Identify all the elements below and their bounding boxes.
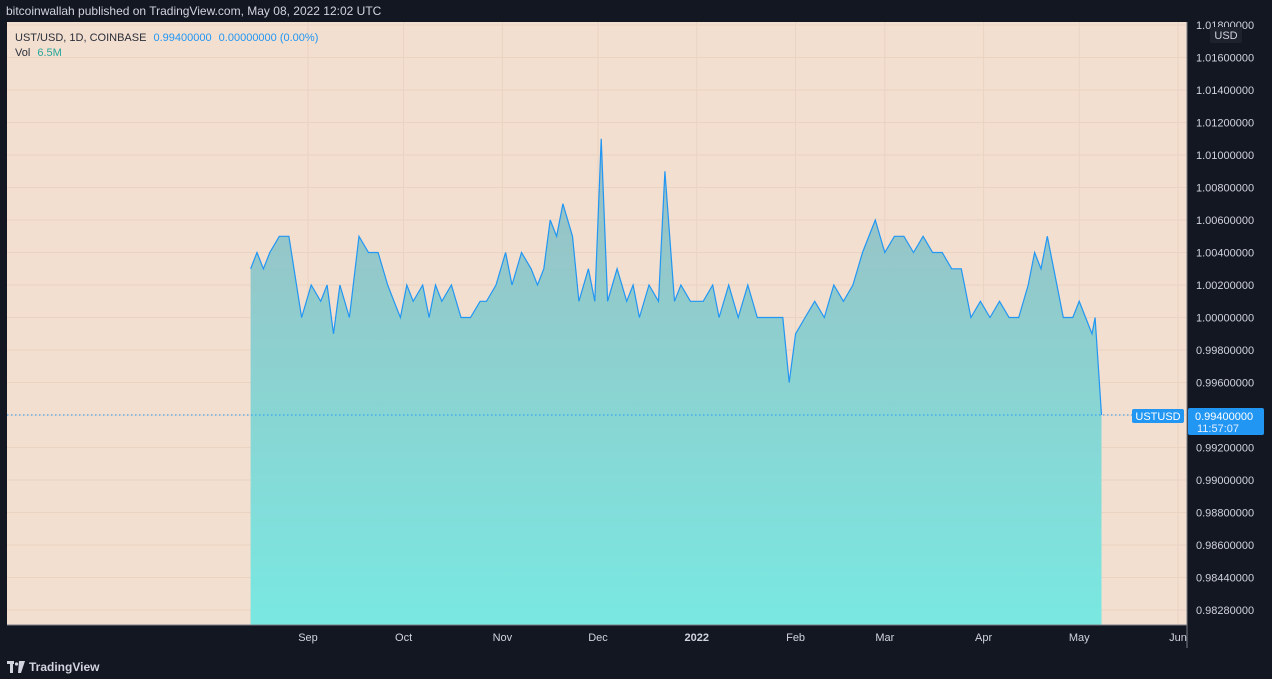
svg-text:USD: USD [1214,30,1237,42]
svg-text:11:57:07: 11:57:07 [1197,423,1239,435]
legend-vol-value: 6.5M [37,47,62,59]
time-tick-label: Jun [1169,632,1187,644]
price-tick-label: 1.00000000 [1196,313,1254,325]
time-tick-label: Feb [786,632,805,644]
price-tick-label: 0.99800000 [1196,345,1254,357]
time-tick-label: 2022 [685,632,709,644]
price-axis[interactable]: 1.018000001.016000001.014000001.01200000… [1196,20,1254,617]
price-tick-label: 0.99000000 [1196,475,1254,487]
currency-label: USD [1210,27,1242,43]
legend-change: 0.00000000 (0.00%) [218,32,319,44]
last-price-label: 0.99400000 11:57:07 [1188,408,1264,435]
time-axis[interactable]: Sep Oct Nov Dec 2022 Feb Mar Apr May Jun [298,632,1187,644]
legend-symbol-row: UST/USD, 1D, COINBASE 0.99400000 0.00000… [15,31,318,45]
price-tick-label: 1.01600000 [1196,53,1254,65]
time-tick-label: May [1069,632,1090,644]
price-tick-label: 0.99600000 [1196,378,1254,390]
time-tick-label: Oct [395,632,412,644]
price-tick-label: 1.01200000 [1196,118,1254,130]
tradingview-logo-icon [7,661,25,673]
price-tick-label: 0.98440000 [1196,573,1254,585]
price-chart[interactable]: 1.018000001.016000001.014000001.01200000… [0,0,1272,655]
price-tick-label: 0.99200000 [1196,443,1254,455]
legend-vol-label[interactable]: Vol [15,47,30,59]
price-tick-label: 1.00400000 [1196,248,1254,260]
price-tick-label: 0.98280000 [1196,605,1254,617]
time-tick-label: Sep [298,632,318,644]
svg-text:USTUSD: USTUSD [1135,411,1180,423]
tradingview-brand[interactable]: TradingView [29,655,99,679]
legend-symbol[interactable]: UST/USD, 1D, COINBASE [15,32,146,44]
svg-text:0.99400000: 0.99400000 [1195,411,1253,423]
legend-volume-row: Vol 6.5M [15,46,62,60]
time-tick-label: Apr [975,632,992,644]
price-tick-label: 1.00200000 [1196,280,1254,292]
price-tick-label: 0.98600000 [1196,540,1254,552]
price-tick-label: 1.01000000 [1196,150,1254,162]
price-tick-label: 1.00600000 [1196,215,1254,227]
legend-last-price: 0.99400000 [153,32,212,44]
time-tick-label: Nov [493,632,513,644]
footer-bar: TradingView [0,655,1272,679]
price-tick-label: 0.98800000 [1196,508,1254,520]
price-tick-label: 1.01400000 [1196,85,1254,97]
symbol-price-tag: USTUSD [1132,409,1184,423]
time-tick-label: Mar [875,632,894,644]
time-tick-label: Dec [588,632,608,644]
price-tick-label: 1.00800000 [1196,183,1254,195]
